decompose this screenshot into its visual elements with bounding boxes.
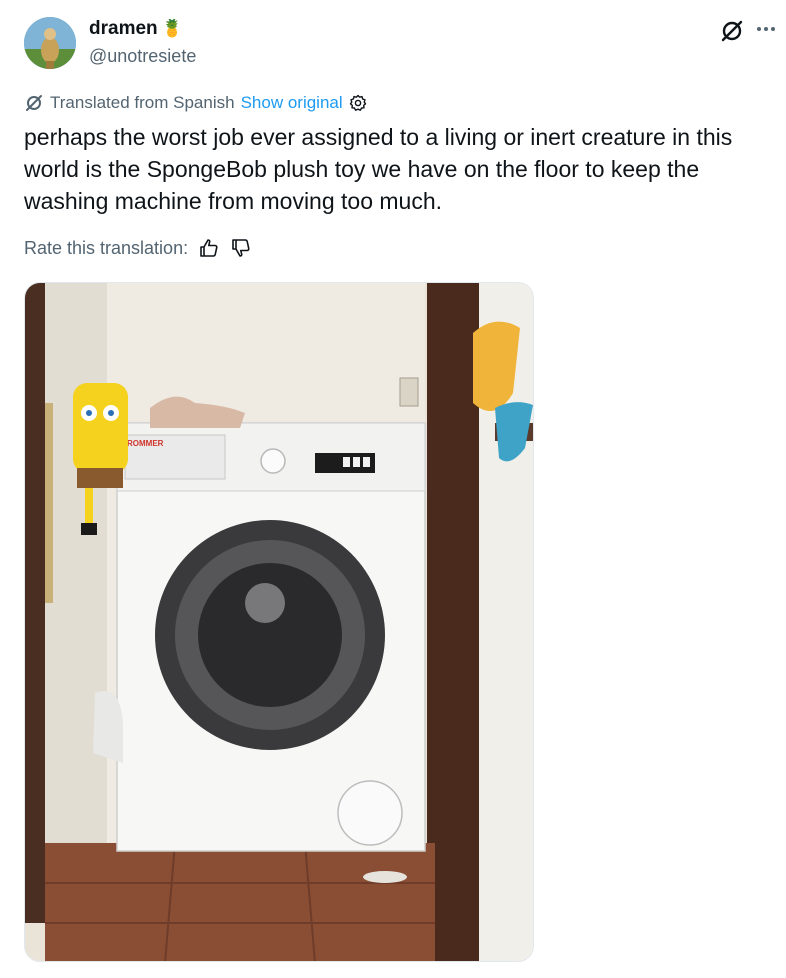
- rate-translation-row: Rate this translation:: [24, 237, 252, 259]
- more-icon[interactable]: [754, 18, 782, 46]
- thumbs-up-icon[interactable]: [198, 237, 220, 259]
- user-name-row[interactable]: dramen 🍍: [89, 18, 183, 40]
- display-name[interactable]: dramen: [89, 18, 158, 40]
- user-handle[interactable]: @unotresiete: [89, 46, 196, 67]
- brand-label: ROMMER: [127, 439, 164, 448]
- translate-icon: [24, 93, 44, 113]
- translated-from-label: Translated from Spanish: [50, 93, 235, 112]
- tweet-photo[interactable]: ROMMER: [24, 282, 534, 962]
- tweet-text: perhaps the worst job ever assigned to a…: [24, 124, 733, 214]
- avatar-image: [24, 17, 76, 69]
- thumbs-down-icon[interactable]: [230, 237, 252, 259]
- translation-row: Translated from Spanish Show original: [24, 93, 367, 113]
- rate-translation-label: Rate this translation:: [24, 237, 189, 258]
- avatar[interactable]: [24, 17, 76, 69]
- grok-icon[interactable]: [719, 18, 747, 46]
- gear-icon[interactable]: [349, 94, 367, 112]
- washing-machine-photo: ROMMER: [25, 283, 533, 961]
- show-original-link[interactable]: Show original: [241, 93, 343, 113]
- name-emoji: 🍍: [161, 19, 183, 38]
